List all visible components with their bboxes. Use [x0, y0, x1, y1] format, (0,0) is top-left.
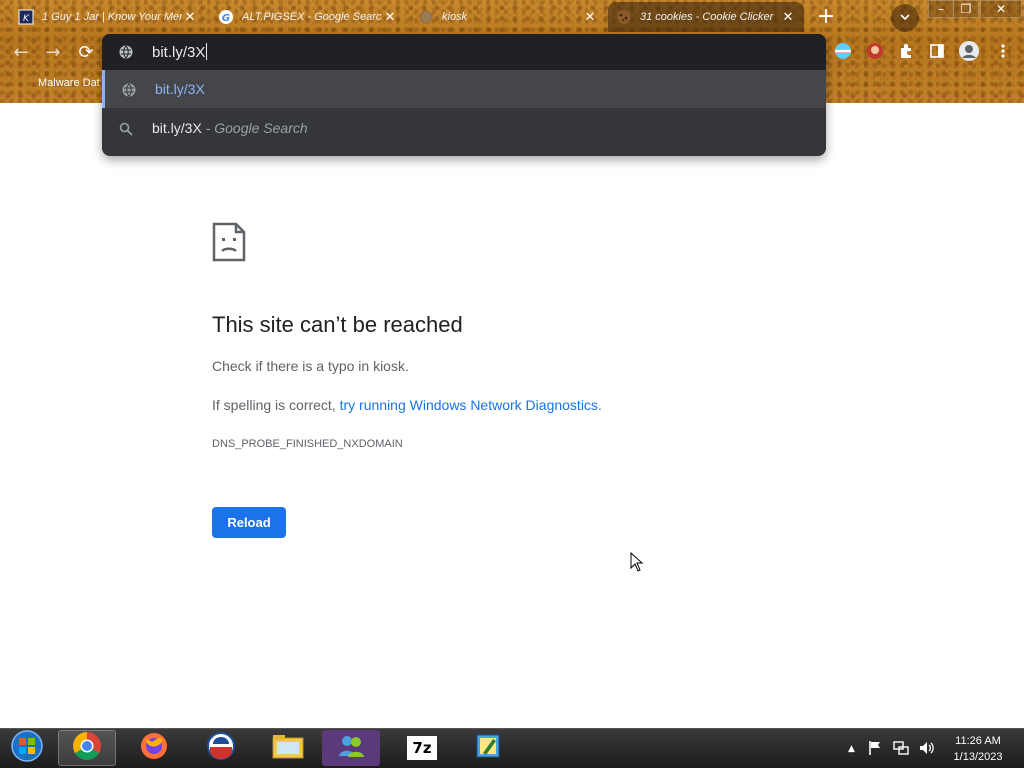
arrow-left-icon: ←	[13, 42, 29, 63]
extensions-button[interactable]	[895, 42, 917, 64]
taskbar-notepad[interactable]	[459, 730, 517, 766]
minimize-button[interactable]: –	[928, 0, 954, 18]
taskbar-firefox[interactable]	[125, 730, 183, 766]
text-caret	[206, 43, 208, 60]
suggestion-suffix: - Google Search	[201, 120, 308, 136]
close-icon[interactable]: ✕	[182, 9, 198, 25]
omnibox-dropdown: bit.ly/3X bit.ly/3X bit.ly/3X - Google S…	[102, 34, 826, 156]
error-hint-diagnostics: If spelling is correct, try running Wind…	[212, 397, 602, 413]
globe-icon	[418, 9, 434, 25]
obama-icon	[206, 731, 236, 765]
profile-button[interactable]	[958, 40, 980, 66]
tab-google-search[interactable]: G ALT.PIGSEX - Google Search ✕	[210, 2, 406, 32]
file-explorer-icon	[272, 732, 304, 764]
close-icon: ✕	[995, 2, 1007, 16]
taskbar-chrome[interactable]	[58, 730, 116, 766]
side-panel-icon	[929, 43, 945, 63]
extension-flag-button[interactable]	[832, 42, 854, 64]
tray-expand-icon[interactable]: ▲	[848, 744, 855, 754]
kebab-menu-icon	[1000, 43, 1006, 63]
close-icon[interactable]: ✕	[582, 9, 598, 25]
restore-icon: ❐	[960, 2, 972, 16]
reload-icon: ⟳	[78, 42, 94, 63]
tab-title: ALT.PIGSEX - Google Search	[242, 11, 382, 23]
hint-prefix: If spelling is correct,	[212, 397, 340, 413]
start-button[interactable]	[0, 730, 54, 766]
suggestion-search[interactable]: bit.ly/3X - Google Search	[102, 109, 826, 147]
extension-avatar-button[interactable]	[864, 42, 886, 64]
close-icon[interactable]: ✕	[780, 9, 796, 25]
tab-title: 1 Guy 1 Jar | Know Your Meme	[42, 11, 182, 23]
firefox-icon	[139, 731, 169, 765]
error-title: This site can’t be reached	[212, 312, 463, 337]
taskbar-7zip[interactable]: 7z	[393, 730, 451, 766]
chrome-icon	[72, 731, 102, 765]
tab-kiosk[interactable]: kiosk ✕	[410, 2, 606, 32]
kym-icon: K	[18, 9, 34, 25]
messenger-icon	[336, 732, 366, 764]
address-bar[interactable]: bit.ly/3X	[102, 34, 826, 70]
tab-search-button[interactable]	[891, 4, 919, 32]
suggestion-text: bit.ly/3X - Google Search	[152, 120, 308, 136]
taskbar-file-explorer[interactable]	[259, 730, 317, 766]
volume-icon[interactable]	[918, 740, 934, 760]
hint-suffix: .	[597, 397, 602, 413]
start-orb-icon	[10, 729, 44, 767]
tab-title: kiosk	[442, 11, 468, 23]
profile-icon	[958, 40, 980, 66]
new-tab-button[interactable]: +	[812, 4, 840, 32]
reload-button[interactable]: Reload	[212, 507, 286, 538]
flag-extension-icon	[834, 42, 852, 64]
clock-date: 1/13/2023	[953, 751, 1003, 763]
back-button[interactable]: ←	[8, 40, 34, 66]
face-extension-icon	[866, 42, 884, 64]
diagnostics-link[interactable]: try running Windows Network Diagnostics	[340, 397, 598, 413]
minimize-icon: –	[938, 2, 944, 16]
error-code: DNS_PROBE_FINISHED_NXDOMAIN	[212, 438, 403, 450]
action-center-flag-icon[interactable]	[868, 740, 882, 760]
close-icon[interactable]: ✕	[382, 9, 398, 25]
window-close-button[interactable]: ✕	[980, 0, 1022, 18]
search-icon	[118, 121, 134, 137]
address-input[interactable]: bit.ly/3X	[152, 44, 205, 61]
forward-button[interactable]: →	[40, 40, 66, 66]
error-hint-typo: Check if there is a typo in kiosk.	[212, 358, 409, 374]
google-icon: G	[218, 9, 234, 25]
system-clock[interactable]: 11:26 AM 1/13/2023	[940, 733, 1016, 765]
restore-button[interactable]: ❐	[953, 0, 979, 18]
menu-button[interactable]	[992, 42, 1014, 64]
mouse-cursor-icon	[630, 551, 644, 576]
chevron-down-icon	[900, 11, 910, 25]
taskbar-messenger[interactable]	[322, 730, 380, 766]
tab-know-your-meme[interactable]: K 1 Guy 1 Jar | Know Your Meme ✕	[10, 2, 206, 32]
puzzle-icon	[898, 43, 914, 63]
network-icon[interactable]	[893, 740, 909, 760]
suggestion-query: bit.ly/3X	[152, 120, 202, 136]
tab-title: 31 cookies - Cookie Clicker	[640, 11, 774, 23]
suggestion-url[interactable]: bit.ly/3X	[102, 70, 826, 108]
tab-cookie-clicker[interactable]: 31 cookies - Cookie Clicker ✕	[608, 2, 804, 32]
sad-page-icon	[212, 222, 246, 266]
globe-icon	[121, 82, 137, 98]
svg-text:G: G	[222, 13, 230, 24]
taskbar-obama-logo[interactable]	[192, 730, 250, 766]
arrow-right-icon: →	[45, 42, 61, 63]
reload-toolbar-button[interactable]: ⟳	[73, 40, 99, 66]
7zip-icon: 7z	[407, 736, 437, 760]
bookmark-item[interactable]: Malware Dat	[38, 77, 100, 89]
notepad-icon	[473, 731, 503, 765]
suggestion-text: bit.ly/3X	[155, 81, 205, 97]
globe-icon	[118, 44, 134, 65]
clock-time: 11:26 AM	[955, 735, 1001, 747]
cookie-icon	[616, 9, 632, 25]
side-panel-button[interactable]	[926, 42, 948, 64]
